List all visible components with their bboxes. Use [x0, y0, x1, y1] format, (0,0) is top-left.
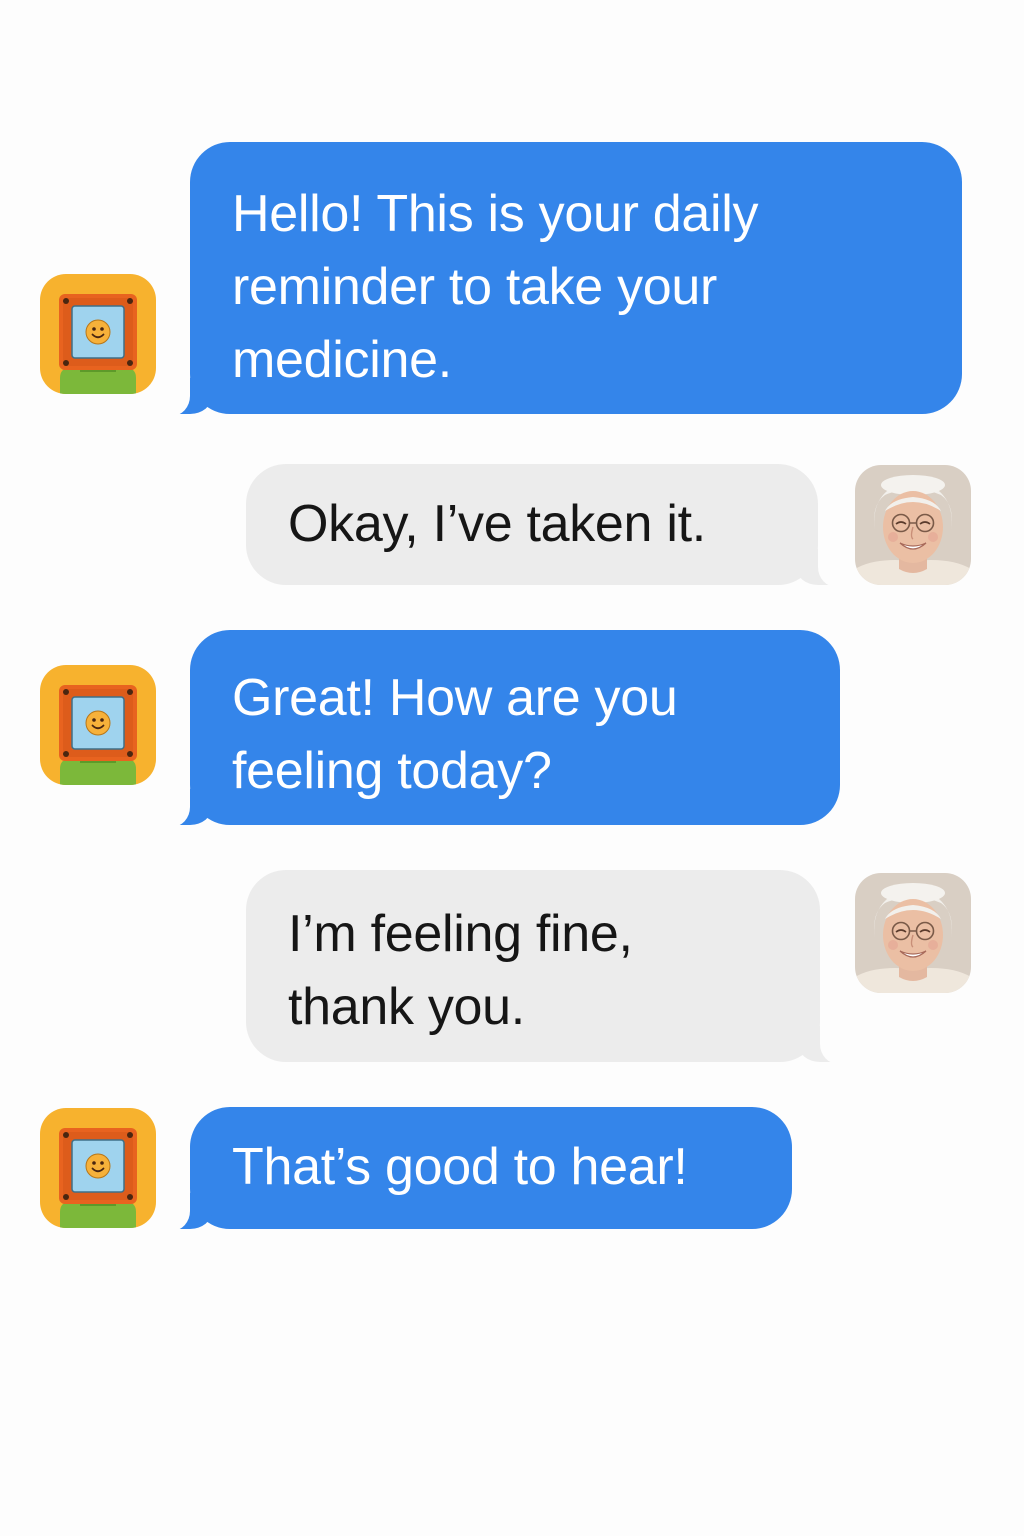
message-bubble-bot: That’s good to hear!	[160, 1107, 792, 1231]
message-text: I’m feeling fine, thank you.	[288, 905, 633, 1036]
message-text: That’s good to hear!	[232, 1138, 688, 1196]
elderly-woman-avatar	[855, 465, 971, 585]
robot-avatar-icon	[40, 665, 156, 785]
message-bubble-bot: Hello! This is your daily reminder to ta…	[160, 142, 962, 416]
robot-avatar-icon	[40, 274, 156, 394]
message-bubble-user: Okay, I’ve taken it.	[246, 464, 848, 587]
message-text: Okay, I’ve taken it.	[288, 495, 706, 553]
message-bubble-bot: Great! How are you feeling today?	[160, 630, 840, 827]
robot-avatar-icon	[40, 1108, 156, 1228]
chat-conversation: Hello! This is your daily reminder to ta…	[0, 0, 1024, 1536]
message-text: Great! How are you feeling today?	[232, 669, 678, 800]
message-bubble-user: I’m feeling fine, thank you.	[246, 870, 850, 1064]
elderly-woman-avatar	[855, 873, 971, 993]
message-text: Hello! This is your daily reminder to ta…	[232, 185, 759, 389]
